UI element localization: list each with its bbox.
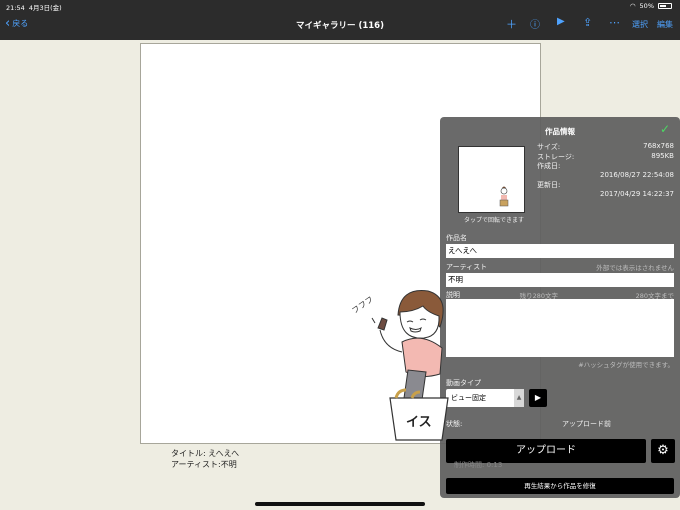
status-indicators: ◠ 50%: [630, 2, 672, 10]
artist-field[interactable]: 不明: [446, 273, 674, 287]
checkmark-icon[interactable]: ✓: [660, 122, 670, 136]
home-indicator: [255, 502, 425, 506]
preview-play-button[interactable]: ▶: [529, 389, 547, 407]
video-type-label: 動画タイプ: [446, 379, 481, 387]
artist-note: 外部では表示はされません: [596, 264, 674, 272]
description-field[interactable]: [446, 299, 674, 357]
artwork-info-panel: 作品情報 ✓ タップで回転できます サイズ: 768x768 ストレージ: 89…: [440, 117, 680, 498]
title-label: 作品名: [446, 234, 467, 242]
restore-button[interactable]: 再生結果から作品を修復: [446, 478, 674, 494]
created-value: 2016/08/27 22:54:08: [599, 171, 674, 179]
caption-artist: アーティスト:不明: [171, 460, 237, 469]
info-icon[interactable]: ⓘ: [530, 16, 540, 31]
wifi-icon: ◠: [629, 2, 636, 10]
select-button[interactable]: 選択: [632, 19, 648, 30]
title-field[interactable]: えへえへ: [446, 244, 674, 258]
artwork-thumbnail[interactable]: [458, 146, 525, 213]
thumbnail-caption: タップで回転できます: [463, 217, 524, 224]
play-icon[interactable]: ▶: [557, 16, 565, 27]
plus-icon[interactable]: ＋: [506, 16, 517, 32]
character-drawing: フフフ イス: [350, 290, 449, 441]
page-title: マイギャラリー (116): [296, 21, 384, 31]
chevron-up-down-icon: ▲: [514, 389, 524, 407]
navigation-bar: 21:54 4月3日(金) ◠ 50% ‹ 戻る マイギャラリー (116) ＋…: [0, 0, 680, 40]
artist-label: アーティスト: [446, 263, 488, 271]
share-icon[interactable]: ⇪: [583, 16, 592, 29]
doodle-text: フフフ: [350, 295, 375, 316]
size-value: 768x768: [643, 142, 674, 150]
hashtag-hint: #ハッシュタグが使用できます。: [578, 361, 674, 369]
battery-level: 50%: [639, 2, 654, 10]
size-label: サイズ:: [537, 143, 561, 151]
updated-label: 更新日:: [537, 181, 561, 189]
state-value: アップロード前: [562, 420, 611, 428]
panel-title: 作品情報: [545, 127, 575, 136]
edit-button[interactable]: 編集: [657, 19, 673, 30]
caption-title: タイトル: えへえへ: [171, 449, 240, 458]
chair-label: イス: [406, 415, 432, 430]
video-type-select[interactable]: ビュー固定 ▲: [446, 389, 524, 407]
status-time: 21:54 4月3日(金): [6, 4, 62, 12]
more-icon[interactable]: ⋯: [609, 16, 620, 29]
storage-value: 895KB: [651, 152, 674, 160]
production-time: 制作時間: 0:13: [454, 461, 503, 469]
created-label: 作成日:: [537, 162, 561, 170]
battery-icon: [658, 3, 672, 9]
updated-value: 2017/04/29 14:22:37: [599, 190, 674, 198]
gear-icon[interactable]: ⚙: [651, 439, 675, 463]
